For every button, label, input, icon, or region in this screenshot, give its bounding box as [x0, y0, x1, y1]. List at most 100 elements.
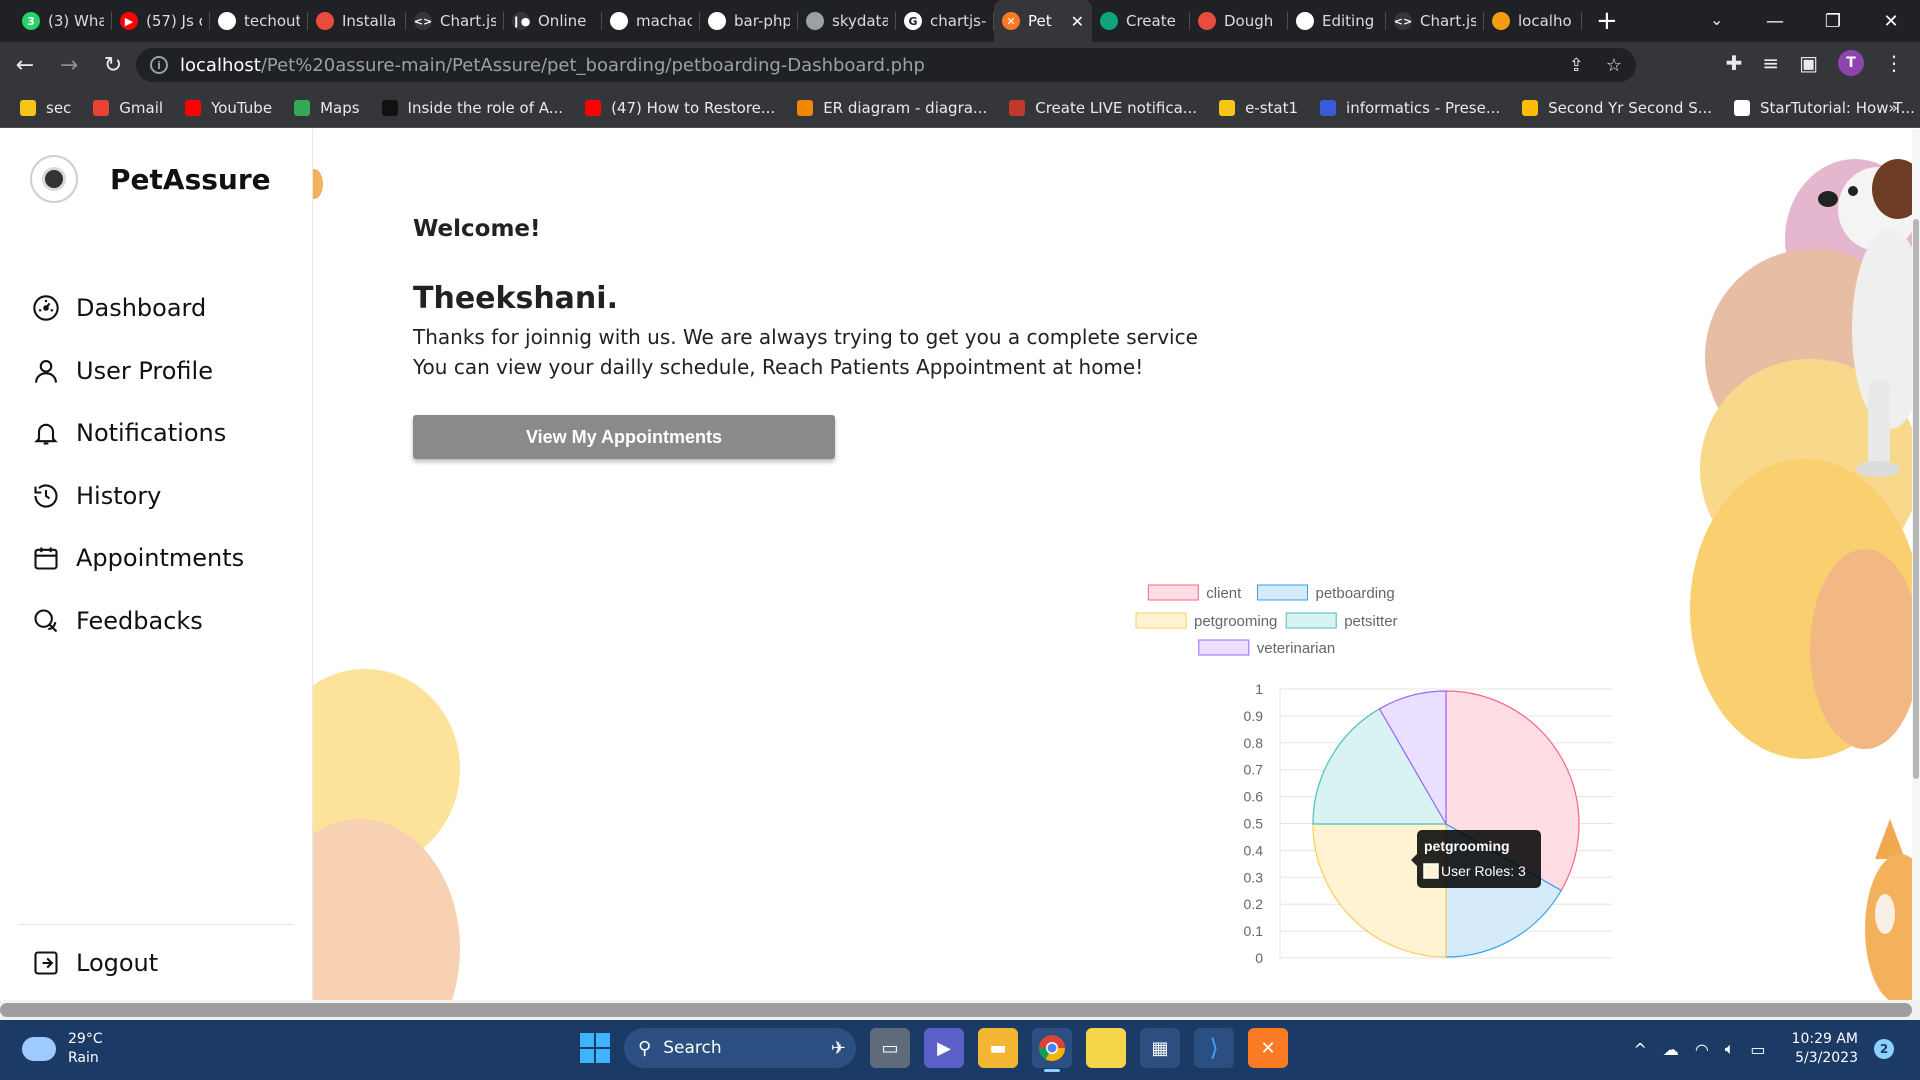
browser-tab[interactable]: Installa [308, 0, 406, 42]
browser-tab[interactable]: Editing [1288, 0, 1386, 42]
browser-tab[interactable]: Gchartjs- [896, 0, 994, 42]
sidebar-item-feedbacks[interactable]: Feedbacks [32, 590, 244, 653]
logout-button[interactable]: Logout [32, 949, 158, 977]
browser-tab[interactable]: 3 (3) Wha [14, 0, 112, 42]
legend-swatch-veterinarian[interactable] [1198, 639, 1250, 656]
teams-chat-icon[interactable]: ▶ [924, 1028, 964, 1068]
volume-icon[interactable]: 🔈︎ [1725, 1039, 1735, 1059]
vertical-scroll-thumb[interactable] [1913, 219, 1919, 779]
bookmark-item[interactable]: ER diagram - diagra... [797, 99, 987, 117]
bookmark-star-icon[interactable]: ☆ [1606, 55, 1622, 76]
legend-swatch-client[interactable] [1147, 584, 1199, 601]
new-tab-icon[interactable]: + [1596, 6, 1618, 36]
clock[interactable]: 10:29 AM 5/3/2023 [1792, 1030, 1858, 1068]
browser-tab[interactable]: ▶ (57) Js c [112, 0, 210, 42]
legend-swatch-petsitter[interactable] [1285, 612, 1337, 629]
task-view-icon[interactable]: ▭ [870, 1028, 910, 1068]
tab-search-chevron-icon[interactable]: ⌄ [1710, 10, 1723, 29]
bookmarks-overflow-icon[interactable]: » [1888, 98, 1898, 117]
legend-swatch-petboarding[interactable] [1257, 584, 1308, 601]
back-arrow-icon[interactable]: ← [6, 53, 44, 78]
sidebar: PetAssure Dashboard User Profile Notific… [0, 129, 313, 1000]
notification-count-badge[interactable]: 2 [1874, 1039, 1894, 1059]
browser-tab[interactable]: ✕ Pet ✕ [994, 0, 1092, 42]
window-controls: — ❐ ✕ [1746, 0, 1920, 42]
legend-label-client[interactable]: client [1206, 585, 1242, 602]
code-icon: <> [414, 12, 432, 30]
browser-tab[interactable]: localho [1484, 0, 1582, 42]
legend-label-petboarding[interactable]: petboarding [1316, 585, 1395, 602]
browser-tab[interactable]: machac [602, 0, 700, 42]
legend-label-petgrooming[interactable]: petgrooming [1194, 613, 1277, 630]
legend-label-veterinarian[interactable]: veterinarian [1257, 640, 1335, 657]
legend-swatch-petgrooming[interactable] [1135, 612, 1187, 629]
sidebar-item-appointments[interactable]: Appointments [32, 527, 244, 590]
microsoft-store-icon[interactable]: ▦ [1140, 1028, 1180, 1068]
brand[interactable]: PetAssure [30, 155, 271, 203]
sidebar-item-notifications[interactable]: Notifications [32, 402, 244, 465]
sidebar-nav: Dashboard User Profile Notifications His… [32, 277, 244, 652]
onedrive-icon[interactable]: ☁ [1663, 1040, 1679, 1059]
tooltip-color-swatch [1423, 863, 1439, 879]
user-roles-pie-chart[interactable]: client petboarding petgrooming petsitter vet… [913, 549, 1633, 1000]
sidebar-item-user-profile[interactable]: User Profile [32, 340, 244, 403]
vscode-icon[interactable]: ⟩ [1194, 1028, 1234, 1068]
browser-tab[interactable]: techout [210, 0, 308, 42]
tab-title: skydata [832, 12, 888, 30]
bookmark-item[interactable]: Second Yr Second S... [1522, 99, 1712, 117]
reading-list-icon[interactable]: ≡ [1762, 51, 1779, 75]
welcome-heading: Welcome! [413, 216, 541, 242]
sidebar-item-dashboard[interactable]: Dashboard [32, 277, 244, 340]
taskbar-search[interactable]: ⚲ Search ✈ [624, 1028, 856, 1068]
close-tab-icon[interactable]: ✕ [1071, 12, 1084, 31]
wifi-icon[interactable]: ◠ [1695, 1040, 1709, 1059]
file-explorer-icon[interactable]: ▬ [978, 1028, 1018, 1068]
bookmark-item[interactable]: informatics - Prese... [1320, 99, 1500, 117]
site-info-icon[interactable]: i [150, 56, 168, 74]
minimize-icon[interactable]: — [1746, 11, 1804, 32]
more-menu-icon[interactable]: ⋮ [1884, 51, 1904, 75]
view-appointments-button[interactable]: View My Appointments [413, 415, 835, 459]
battery-icon[interactable]: ▭ [1750, 1040, 1765, 1059]
sticky-notes-icon[interactable] [1086, 1028, 1126, 1068]
side-panel-icon[interactable]: ▣ [1799, 51, 1818, 75]
horizontal-scrollbar[interactable] [0, 1000, 1920, 1020]
windows-start-icon[interactable] [580, 1033, 610, 1063]
tab-title: chartjs- [930, 12, 986, 30]
sidebar-item-history[interactable]: History [32, 465, 244, 528]
profile-avatar[interactable]: T [1838, 50, 1864, 76]
bookmark-item[interactable]: Maps [294, 99, 360, 117]
history-icon [34, 484, 58, 508]
weather-widget[interactable]: 29°C Rain [22, 1030, 103, 1068]
browser-tab[interactable]: Create [1092, 0, 1190, 42]
bookmark-item[interactable]: Inside the role of A... [381, 99, 563, 117]
bookmark-item[interactable]: Gmail [93, 99, 163, 117]
horizontal-scroll-thumb[interactable] [0, 1003, 1912, 1017]
browser-tab[interactable]: <> Chart.js [1386, 0, 1484, 42]
tab-title: Editing [1322, 12, 1375, 30]
bookmark-item[interactable]: (47) How to Restore... [585, 99, 775, 117]
browser-tab[interactable]: <> Chart.js [406, 0, 504, 42]
vertical-scrollbar[interactable] [1912, 129, 1920, 1000]
extensions-puzzle-icon[interactable]: ✚ [1726, 51, 1743, 75]
browser-tab[interactable]: skydata [798, 0, 896, 42]
bookmark-item[interactable]: sec [20, 99, 71, 117]
share-icon[interactable]: ⇪ [1569, 55, 1584, 76]
browser-tab[interactable]: bar-php [700, 0, 798, 42]
bookmark-item[interactable]: YouTube [185, 99, 272, 117]
bookmark-item[interactable]: e-stat1 [1219, 99, 1298, 117]
dashboard-gauge-icon [33, 295, 59, 321]
xampp-icon[interactable]: ✕ [1248, 1028, 1288, 1068]
reload-icon[interactable]: ↻ [94, 53, 132, 78]
chevron-up-icon[interactable]: ^ [1633, 1040, 1646, 1059]
browser-tab[interactable]: Dough [1190, 0, 1288, 42]
tab-title: bar-php [734, 12, 790, 30]
chrome-icon[interactable] [1032, 1028, 1072, 1072]
bookmark-item[interactable]: Create LIVE notifica... [1009, 99, 1197, 117]
forward-arrow-icon[interactable]: → [50, 53, 88, 78]
close-window-icon[interactable]: ✕ [1862, 11, 1920, 32]
url-input[interactable]: i localhost/Pet%20assure-main/PetAssure/… [136, 48, 1636, 82]
legend-label-petsitter[interactable]: petsitter [1344, 613, 1397, 630]
restore-icon[interactable]: ❐ [1804, 11, 1862, 32]
browser-tab[interactable]: ❙● Online [504, 0, 602, 42]
